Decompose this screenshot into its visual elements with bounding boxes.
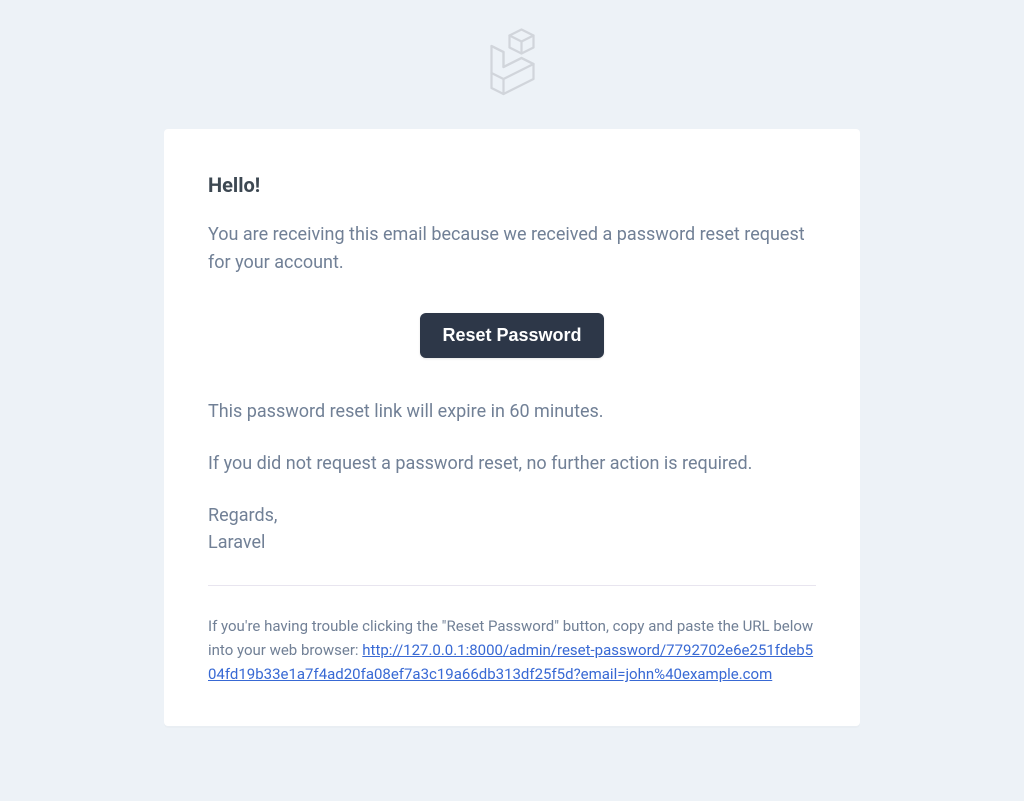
logo-area xyxy=(0,25,1024,129)
closing-salutation: Regards, xyxy=(208,505,277,526)
closing: Regards, Laravel xyxy=(208,502,816,558)
closing-name: Laravel xyxy=(208,532,265,553)
reset-password-button[interactable]: Reset Password xyxy=(420,313,603,358)
email-card: Hello! You are receiving this email beca… xyxy=(164,129,860,726)
laravel-logo-icon xyxy=(475,85,550,104)
email-wrapper: Hello! You are receiving this email beca… xyxy=(0,0,1024,726)
subcopy: If you're having trouble clicking the "R… xyxy=(208,614,816,686)
intro-text: You are receiving this email because we … xyxy=(208,221,816,277)
no-action-notice: If you did not request a password reset,… xyxy=(208,450,816,478)
divider xyxy=(208,585,816,586)
greeting: Hello! xyxy=(208,173,816,197)
button-row: Reset Password xyxy=(208,313,816,358)
expire-notice: This password reset link will expire in … xyxy=(208,398,816,426)
